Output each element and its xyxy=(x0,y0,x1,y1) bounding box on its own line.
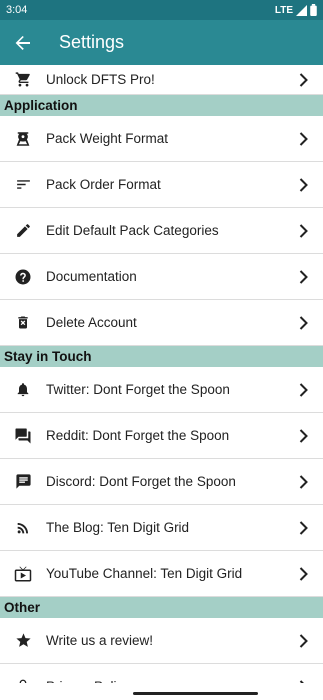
star-icon xyxy=(0,632,46,649)
settings-item-label: Reddit: Dont Forget the Spoon xyxy=(46,428,230,443)
pencil-icon xyxy=(0,222,46,239)
message-icon xyxy=(0,473,46,490)
settings-item-twitter[interactable]: Twitter: Dont Forget the Spoon xyxy=(0,367,323,413)
section-header-stay-in-touch: Stay in Touch xyxy=(0,346,323,367)
chevron-right-icon xyxy=(283,566,323,581)
status-time: 3:04 xyxy=(6,4,28,16)
settings-item-reddit[interactable]: Reddit: Dont Forget the Spoon xyxy=(0,413,323,459)
chevron-right-icon xyxy=(283,633,323,648)
battery-icon xyxy=(310,4,317,16)
settings-item-label: Edit Default Pack Categories xyxy=(46,223,219,238)
scale-icon xyxy=(0,130,46,148)
settings-item-label: Pack Weight Format xyxy=(46,131,169,146)
chevron-right-icon xyxy=(283,520,323,535)
settings-item-label: YouTube Channel: Ten Digit Grid xyxy=(46,566,243,581)
app-bar: Settings xyxy=(0,20,323,65)
settings-item-blog[interactable]: The Blog: Ten Digit Grid xyxy=(0,505,323,551)
status-indicators: LTE xyxy=(275,4,317,16)
system-nav-bar xyxy=(0,683,323,700)
section-header-application: Application xyxy=(0,95,323,116)
chevron-right-icon xyxy=(283,269,323,284)
chevron-right-icon xyxy=(283,223,323,238)
back-button[interactable] xyxy=(0,20,46,65)
settings-item-unlock-pro[interactable]: Unlock DFTS Pro! xyxy=(0,65,323,95)
settings-item-documentation[interactable]: Documentation xyxy=(0,254,323,300)
settings-item-write-review[interactable]: Write us a review! xyxy=(0,618,323,664)
settings-item-label: Discord: Dont Forget the Spoon xyxy=(46,474,236,489)
chevron-right-icon xyxy=(283,131,323,146)
settings-item-label: Twitter: Dont Forget the Spoon xyxy=(46,382,230,397)
settings-item-youtube[interactable]: YouTube Channel: Ten Digit Grid xyxy=(0,551,323,597)
trash-icon xyxy=(0,314,46,331)
signal-icon xyxy=(296,4,307,16)
help-icon xyxy=(0,268,46,286)
settings-item-label: Write us a review! xyxy=(46,633,154,648)
settings-item-label: Delete Account xyxy=(46,315,137,330)
chevron-right-icon xyxy=(283,315,323,330)
chevron-right-icon xyxy=(283,382,323,397)
chevron-right-icon xyxy=(283,72,323,87)
settings-item-discord[interactable]: Discord: Dont Forget the Spoon xyxy=(0,459,323,505)
network-label: LTE xyxy=(274,4,293,16)
settings-item-edit-categories[interactable]: Edit Default Pack Categories xyxy=(0,208,323,254)
settings-item-delete-account[interactable]: Delete Account xyxy=(0,300,323,346)
status-bar: 3:04 LTE xyxy=(0,0,323,20)
tv-icon xyxy=(0,565,46,583)
chevron-right-icon xyxy=(283,428,323,443)
sort-icon xyxy=(0,176,46,193)
cart-icon xyxy=(0,71,46,88)
chat-icon xyxy=(0,427,46,445)
settings-item-pack-weight-format[interactable]: Pack Weight Format xyxy=(0,116,323,162)
chevron-right-icon xyxy=(283,177,323,192)
settings-item-label: The Blog: Ten Digit Grid xyxy=(46,520,190,535)
bell-icon xyxy=(0,381,46,398)
section-header-other: Other xyxy=(0,597,323,618)
settings-list: Unlock DFTS Pro! Application Pack Weight… xyxy=(0,65,323,700)
settings-item-label: Unlock DFTS Pro! xyxy=(46,72,155,87)
home-gesture-handle[interactable] xyxy=(133,692,258,695)
rss-icon xyxy=(0,520,46,536)
arrow-left-icon xyxy=(15,35,30,50)
settings-item-pack-order-format[interactable]: Pack Order Format xyxy=(0,162,323,208)
page-title: Settings xyxy=(59,32,125,52)
chevron-right-icon xyxy=(283,474,323,489)
settings-item-label: Documentation xyxy=(46,269,137,284)
settings-item-label: Pack Order Format xyxy=(46,177,161,192)
